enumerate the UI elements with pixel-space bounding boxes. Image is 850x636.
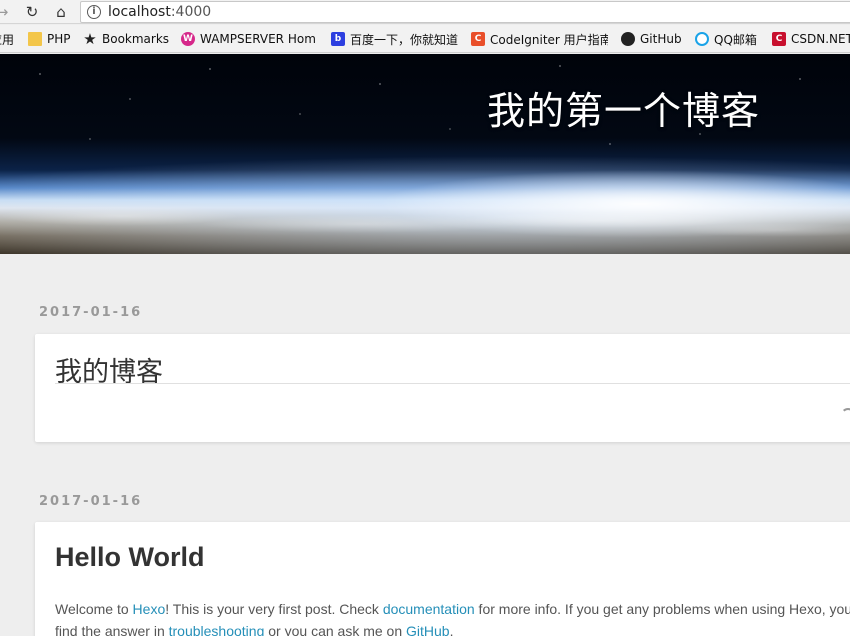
wampserver-icon: W	[181, 32, 195, 46]
folder-icon	[28, 32, 42, 46]
bookmark-label: 百度一下，你就知道	[350, 32, 459, 47]
star-icon: ★	[83, 30, 97, 48]
csdn-icon: C	[772, 32, 786, 46]
baidu-icon: b	[331, 32, 345, 46]
bookmark-label: 应用	[0, 32, 15, 47]
excerpt-text: find the answer in	[55, 623, 169, 636]
bookmark-baidu[interactable]: b 百度一下，你就知道	[331, 31, 458, 47]
loading-spinner-icon	[841, 408, 850, 422]
url-text: localhost:4000	[108, 4, 211, 20]
excerpt-text: Welcome to	[55, 601, 133, 617]
bookmark-codeigniter[interactable]: C CodeIgniter 用户指南	[471, 31, 608, 47]
excerpt-text: or you can ask me on	[264, 623, 407, 636]
post-excerpt: Welcome to Hexo! This is your very first…	[55, 598, 850, 636]
post-date[interactable]: 2017-01-16	[39, 494, 142, 509]
bookmark-label: CodeIgniter 用户指南	[490, 32, 608, 47]
title-divider	[55, 383, 850, 384]
github-link[interactable]: GitHub	[406, 623, 450, 636]
codeigniter-icon: C	[471, 32, 485, 46]
bookmark-apps[interactable]: 应用	[0, 31, 14, 47]
bookmark-php[interactable]: PHP	[28, 31, 71, 47]
bookmark-label: QQ邮箱	[714, 32, 757, 47]
bookmark-label: Bookmarks	[102, 32, 170, 46]
bookmark-bookmarks[interactable]: ★ Bookmarks	[83, 31, 169, 47]
post-card: 我的博客	[35, 334, 850, 442]
github-icon	[621, 32, 635, 46]
browser-toolbar: → ↻ ⌂ i localhost:4000	[0, 0, 850, 24]
home-icon[interactable]: ⌂	[50, 2, 72, 22]
post-title[interactable]: Hello World	[55, 542, 205, 573]
excerpt-text: ! This is your very first post. Check	[165, 601, 383, 617]
excerpt-text: for more info. If you get any problems w…	[474, 601, 850, 617]
post-date[interactable]: 2017-01-16	[39, 305, 142, 320]
post-card: Hello World Welcome to Hexo! This is you…	[35, 522, 850, 636]
site-title[interactable]: 我的第一个博客	[487, 80, 760, 135]
documentation-link[interactable]: documentation	[383, 601, 475, 617]
back-arrow-icon[interactable]: →	[0, 2, 13, 22]
bookmark-qq-mail[interactable]: QQ邮箱	[695, 31, 757, 47]
reload-icon[interactable]: ↻	[21, 2, 43, 22]
excerpt-text: .	[449, 623, 454, 636]
bookmark-label: WAMPSERVER Hom	[200, 32, 316, 46]
bookmark-label: GitHub	[640, 32, 682, 46]
address-bar[interactable]: i localhost:4000	[80, 1, 850, 23]
bookmark-csdn[interactable]: C CSDN.NET	[772, 31, 850, 47]
url-host: localhost	[108, 4, 171, 20]
bookmark-github[interactable]: GitHub	[621, 31, 682, 47]
site-banner: 我的第一个博客	[0, 54, 850, 254]
troubleshooting-link[interactable]: troubleshooting	[169, 623, 265, 636]
bookmark-label: PHP	[47, 32, 71, 46]
bookmarks-bar: 应用 PHP ★ Bookmarks W WAMPSERVER Hom b 百度…	[0, 25, 850, 53]
banner-clouds	[0, 194, 850, 254]
url-port: :4000	[170, 4, 212, 20]
bookmark-label: CSDN.NET	[791, 32, 850, 46]
bookmark-wampserver[interactable]: W WAMPSERVER Hom	[181, 31, 317, 47]
qq-mail-icon	[695, 32, 709, 46]
hexo-link[interactable]: Hexo	[133, 601, 166, 617]
info-icon[interactable]: i	[87, 5, 101, 19]
